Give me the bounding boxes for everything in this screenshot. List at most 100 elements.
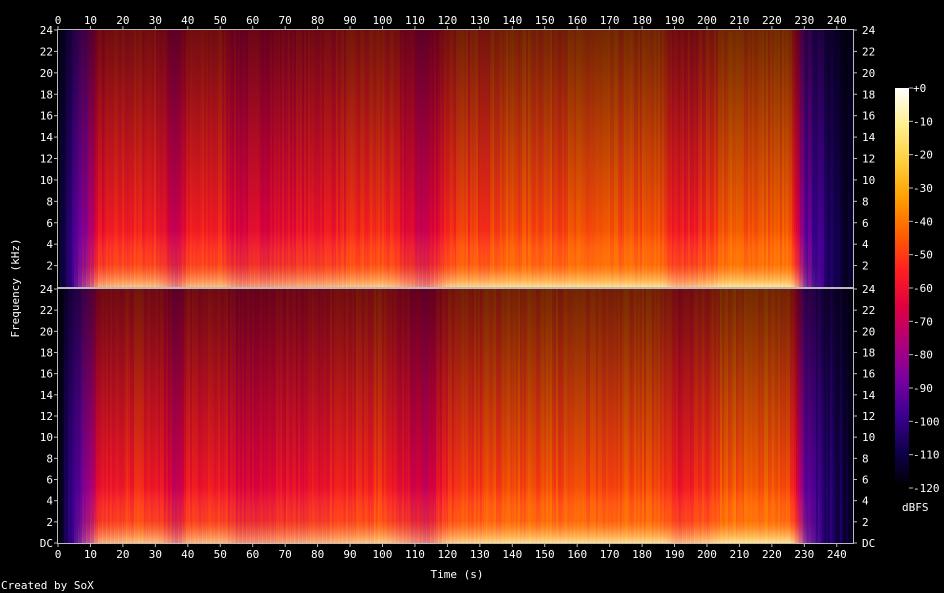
bass-column: [634, 230, 639, 287]
y-tick-label: 4: [46, 495, 53, 508]
x-tick-label: 60: [246, 548, 259, 561]
bass-column: [378, 230, 383, 287]
bass-column: [758, 230, 763, 287]
bass-column: [110, 487, 115, 543]
bass-column: [622, 230, 627, 287]
bass-column: [726, 230, 731, 287]
bass-column: [610, 487, 615, 543]
bass-column: [154, 230, 159, 287]
bass-column: [450, 230, 455, 287]
bass-column: [186, 487, 191, 543]
bass-column: [734, 487, 739, 543]
bass-column: [494, 230, 499, 287]
x-tick-label: 240: [827, 14, 847, 27]
channel-2-bass-energy: [74, 487, 819, 543]
bass-column: [470, 230, 475, 287]
x-tick-label: 210: [729, 548, 749, 561]
y-tick-label: 2: [46, 516, 53, 529]
colorbar-tick-label: +0: [913, 82, 926, 95]
x-tick-label: 140: [502, 14, 522, 27]
bass-column: [330, 230, 335, 287]
bass-column: [474, 487, 479, 543]
bass-column: [510, 487, 515, 543]
bass-column: [726, 487, 731, 543]
x-tick-label: 230: [794, 548, 814, 561]
bass-column: [546, 230, 551, 287]
bass-column: [666, 487, 671, 543]
bass-column: [786, 230, 791, 287]
bass-column: [590, 230, 595, 287]
bass-column: [746, 487, 751, 543]
bass-column: [370, 230, 375, 287]
bass-column: [250, 230, 255, 287]
bass-column: [626, 230, 631, 287]
bass-column: [618, 487, 623, 543]
bass-column: [174, 230, 179, 287]
x-tick-labels-top: 0 10 20 30 40 50 60 70 80 90 100 110 120 130 140 150 160…: [55, 14, 847, 27]
bass-column: [654, 487, 659, 543]
bass-column: [418, 487, 423, 543]
bass-column: [254, 230, 259, 287]
bass-column: [586, 230, 591, 287]
bass-column: [770, 230, 775, 287]
y-tick-label: 4: [46, 238, 53, 251]
y-tick-label: 22: [40, 45, 53, 58]
bass-column: [74, 487, 79, 543]
channel-1-bass-energy: [74, 230, 819, 287]
bass-column: [762, 487, 767, 543]
bass-column: [642, 487, 647, 543]
bass-column: [346, 487, 351, 543]
bass-column: [262, 230, 267, 287]
bass-column: [682, 230, 687, 287]
bass-column: [298, 487, 303, 543]
x-tick-label: 230: [794, 14, 814, 27]
y-tick-label: 20: [40, 325, 53, 338]
bass-column: [594, 230, 599, 287]
bass-column: [302, 487, 307, 543]
x-tick-label: 40: [181, 14, 194, 27]
bass-column: [506, 487, 511, 543]
bass-column: [254, 487, 259, 543]
x-tick-label: 60: [246, 14, 259, 27]
bass-column: [194, 487, 199, 543]
bass-column: [654, 230, 659, 287]
bass-column: [538, 230, 543, 287]
y-tick-label: 10: [40, 431, 53, 444]
bass-column: [806, 487, 811, 543]
bass-column: [558, 487, 563, 543]
bass-column: [278, 487, 283, 543]
bass-column: [138, 230, 143, 287]
bass-column: [258, 487, 263, 543]
bass-column: [346, 230, 351, 287]
bass-column: [146, 230, 151, 287]
bass-column: [130, 487, 135, 543]
bass-column: [694, 487, 699, 543]
bass-column: [550, 230, 555, 287]
bass-column: [658, 487, 663, 543]
y-tick-label: 2: [862, 260, 869, 273]
colorbar-tick-label: -100: [913, 415, 940, 428]
bass-column: [106, 487, 111, 543]
bass-column: [410, 230, 415, 287]
bass-column: [518, 487, 523, 543]
bass-column: [422, 487, 427, 543]
y-tick-label: 18: [862, 347, 875, 360]
bass-column: [234, 230, 239, 287]
x-tick-label: 180: [632, 14, 652, 27]
y-tick-label: 20: [40, 67, 53, 80]
bass-column: [754, 230, 759, 287]
bass-column: [662, 487, 667, 543]
y-tick-label: 22: [862, 45, 875, 58]
y-tick-label: 6: [862, 474, 869, 487]
bass-column: [282, 487, 287, 543]
y-tick-label: 8: [46, 452, 53, 465]
bass-column: [86, 230, 91, 287]
bass-column: [202, 487, 207, 543]
bass-column: [642, 230, 647, 287]
x-tick-label: 0: [55, 548, 62, 561]
bass-column: [162, 487, 167, 543]
bass-column: [802, 487, 807, 543]
bass-column: [134, 230, 139, 287]
bass-column: [626, 487, 631, 543]
bass-column: [790, 487, 795, 543]
